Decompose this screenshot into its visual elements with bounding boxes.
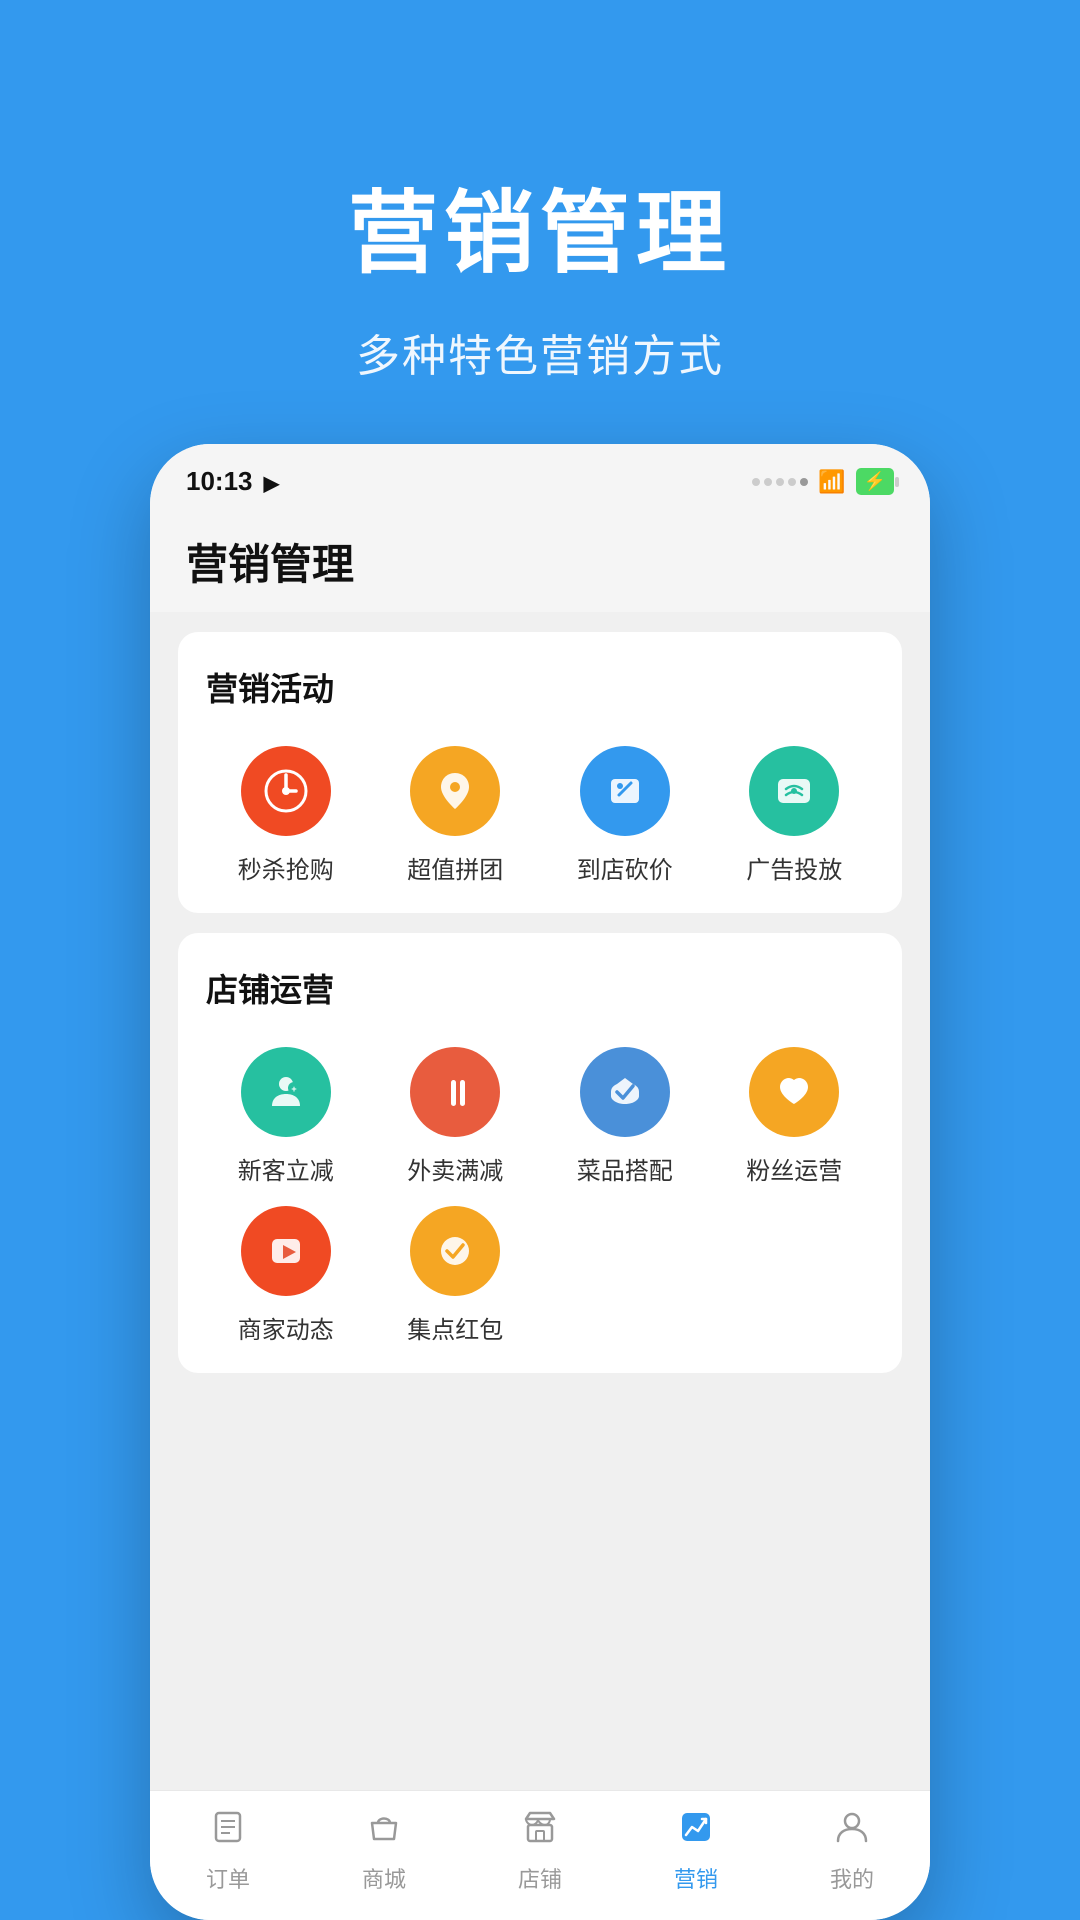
hero-title: 营销管理: [348, 160, 732, 290]
app-header: 营销管理: [150, 507, 930, 612]
mine-icon: [834, 1809, 870, 1854]
flash-sale-icon: [241, 746, 331, 836]
in-store-discount-item[interactable]: 到店砍价: [545, 746, 705, 885]
store-icon: [522, 1809, 558, 1854]
status-bar: 10:13 ▶ 📶 ⚡: [150, 444, 930, 507]
merchant-dynamics-item[interactable]: 商家动态: [206, 1206, 366, 1345]
hero-subtitle: 多种特色营销方式: [356, 320, 724, 384]
nav-mall[interactable]: 商城: [324, 1809, 444, 1894]
dish-pairing-label: 菜品搭配: [577, 1151, 673, 1186]
mall-icon: [366, 1809, 402, 1854]
point-red-packet-icon: [410, 1206, 500, 1296]
orders-label: 订单: [206, 1862, 250, 1894]
marketing-icon: [678, 1809, 714, 1854]
ad-placement-item[interactable]: 广告投放: [715, 746, 875, 885]
marketing-activities-title: 营销活动: [206, 664, 874, 710]
signal-icon: [752, 478, 808, 486]
bottom-nav: 订单 商城 店铺: [150, 1790, 930, 1920]
status-icons: 📶 ⚡: [752, 468, 894, 495]
phone-mockup: 10:13 ▶ 📶 ⚡ 营销管理 营销活动: [150, 444, 930, 1920]
dish-pairing-icon: [580, 1047, 670, 1137]
nav-mine[interactable]: 我的: [792, 1809, 912, 1894]
store-operations-grid: + 新客立减 外卖满减: [206, 1047, 874, 1345]
delivery-discount-icon: [410, 1047, 500, 1137]
new-customer-discount-label: 新客立减: [238, 1151, 334, 1186]
new-customer-discount-item[interactable]: + 新客立减: [206, 1047, 366, 1186]
marketing-activities-grid: 秒杀抢购 超值拼团: [206, 746, 874, 885]
merchant-dynamics-label: 商家动态: [238, 1310, 334, 1345]
mall-label: 商城: [362, 1862, 406, 1894]
delivery-discount-item[interactable]: 外卖满减: [376, 1047, 536, 1186]
marketing-activities-card: 营销活动 秒杀抢购: [178, 632, 902, 913]
ad-placement-icon: [749, 746, 839, 836]
status-time: 10:13 ▶: [186, 466, 279, 497]
merchant-dynamics-icon: [241, 1206, 331, 1296]
nav-orders[interactable]: 订单: [168, 1809, 288, 1894]
marketing-label: 营销: [674, 1862, 718, 1894]
page-title: 营销管理: [186, 531, 894, 592]
group-buy-label: 超值拼团: [407, 850, 503, 885]
in-store-discount-icon: [580, 746, 670, 836]
fan-operations-label: 粉丝运营: [746, 1151, 842, 1186]
point-red-packet-item[interactable]: 集点红包: [376, 1206, 536, 1345]
flash-sale-item[interactable]: 秒杀抢购: [206, 746, 366, 885]
flash-sale-label: 秒杀抢购: [238, 850, 334, 885]
in-store-discount-label: 到店砍价: [577, 850, 673, 885]
store-operations-title: 店铺运营: [206, 965, 874, 1011]
delivery-discount-label: 外卖满减: [407, 1151, 503, 1186]
point-red-packet-label: 集点红包: [407, 1310, 503, 1345]
wifi-icon: 📶: [818, 469, 845, 495]
group-buy-icon: [410, 746, 500, 836]
mine-label: 我的: [830, 1862, 874, 1894]
nav-store[interactable]: 店铺: [480, 1809, 600, 1894]
ad-placement-label: 广告投放: [746, 850, 842, 885]
fan-operations-icon: [749, 1047, 839, 1137]
battery-icon: ⚡: [856, 468, 894, 495]
svg-text:+: +: [291, 1084, 296, 1094]
fan-operations-item[interactable]: 粉丝运营: [715, 1047, 875, 1186]
new-customer-discount-icon: +: [241, 1047, 331, 1137]
app-content[interactable]: 营销活动 秒杀抢购: [150, 612, 930, 1790]
location-icon: ▶: [264, 473, 279, 495]
store-operations-card: 店铺运营 + 新客立减: [178, 933, 902, 1373]
store-label: 店铺: [518, 1862, 562, 1894]
orders-icon: [210, 1809, 246, 1854]
dish-pairing-item[interactable]: 菜品搭配: [545, 1047, 705, 1186]
hero-section: 营销管理 多种特色营销方式: [0, 0, 1080, 444]
nav-marketing[interactable]: 营销: [636, 1809, 756, 1894]
group-buy-item[interactable]: 超值拼团: [376, 746, 536, 885]
